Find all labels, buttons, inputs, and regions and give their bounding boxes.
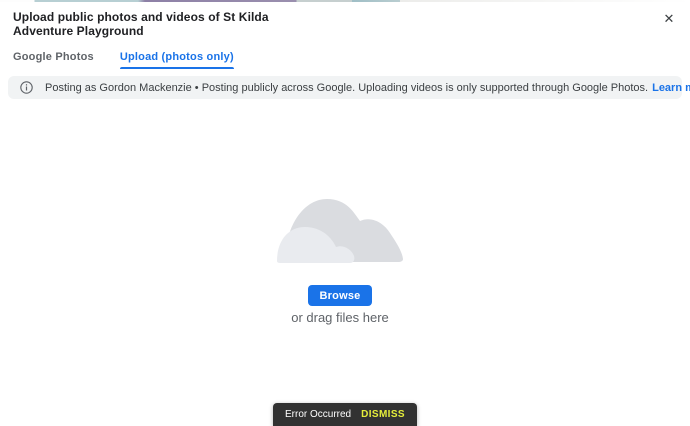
drag-files-hint: or drag files here: [291, 310, 389, 325]
tab-bar: Google Photos Upload (photos only): [0, 51, 690, 70]
error-snackbar: Error Occurred DISMISS: [273, 403, 417, 426]
browse-button[interactable]: Browse: [307, 285, 373, 306]
dismiss-button[interactable]: DISMISS: [361, 409, 405, 420]
cloud-upload-illustration: [277, 199, 403, 263]
dialog-header: Upload public photos and videos of St Ki…: [0, 2, 690, 38]
close-icon[interactable]: ✕: [660, 10, 678, 28]
snackbar-message: Error Occurred: [285, 409, 352, 420]
dialog-title: Upload public photos and videos of St Ki…: [13, 10, 269, 38]
upload-dialog: Upload public photos and videos of St Ki…: [0, 2, 690, 426]
upload-dropzone[interactable]: Browse or drag files here: [0, 90, 680, 370]
tab-google-photos[interactable]: Google Photos: [13, 51, 94, 69]
tab-upload-photos-only[interactable]: Upload (photos only): [119, 51, 234, 69]
